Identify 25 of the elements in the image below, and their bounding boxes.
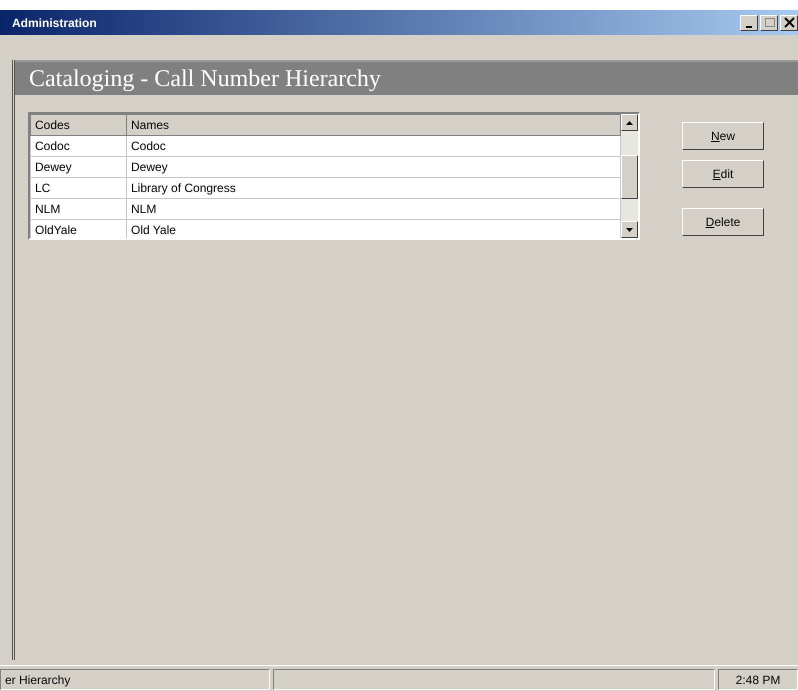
table-cell: NLM (126, 198, 620, 220)
table-cell: Dewey (126, 156, 620, 178)
new-button[interactable]: New (682, 122, 764, 150)
table-cell: OldYale (30, 220, 126, 238)
status-time: 2:48 PM (718, 669, 798, 690)
table-cell: Library of Congress (126, 178, 620, 198)
window-title: Administration (12, 14, 97, 32)
scrollbar[interactable] (621, 114, 638, 238)
close-icon[interactable] (780, 14, 798, 30)
table-cell: LC (30, 178, 126, 198)
scroll-down-icon[interactable] (621, 221, 638, 238)
table-cell: Codoc (126, 136, 620, 156)
table-cell: Dewey (30, 156, 126, 178)
delete-button[interactable]: Delete (682, 208, 764, 236)
table-cell: Codoc (30, 136, 126, 156)
table-cell: NLM (30, 198, 126, 220)
scroll-up-icon[interactable] (621, 114, 638, 131)
column-header[interactable]: Codes (30, 114, 126, 136)
maximize-icon[interactable] (760, 14, 778, 30)
minimize-icon[interactable] (740, 14, 758, 30)
status-text: er Hierarchy (0, 669, 270, 690)
edit-button[interactable]: Edit (682, 160, 764, 188)
header-title: Cataloging - Call Number Hierarchy (29, 64, 381, 94)
column-header[interactable]: Names (126, 114, 620, 136)
scroll-thumb[interactable] (621, 155, 638, 199)
